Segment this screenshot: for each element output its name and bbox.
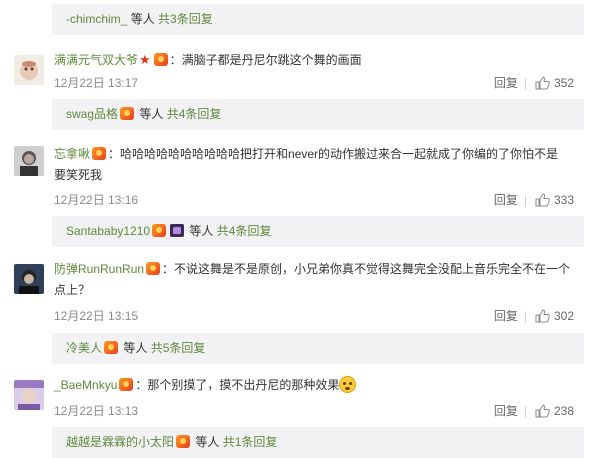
vip-star-icon: ★ [139,52,151,67]
fan-badge-icon [119,378,134,391]
reply-button[interactable]: 回复 [494,76,518,90]
like-button[interactable]: 302 [535,309,574,323]
comment-body: ：哈哈哈哈哈哈哈哈哈哈把打开和never的动作搬过来合一起就成了你编的了你怕不是 [108,147,559,161]
member-badge-icon [170,224,185,237]
comment-text: 忘拿啾 ：哈哈哈哈哈哈哈哈哈哈把打开和never的动作搬过来合一起就成了你编的了你… [54,144,574,186]
fan-badge-icon [120,107,135,120]
like-button[interactable]: 238 [535,404,574,418]
reply-username[interactable]: swag品格 [66,107,118,121]
fan-badge-icon [176,435,191,448]
fan-badge-icon [92,147,107,160]
reply-etc: 等人 [189,224,214,238]
reply-count-link[interactable]: 共3条回复 [158,12,213,26]
reply-summary: swag品格 等人 共4条回复 [52,99,584,130]
avatar[interactable] [14,55,44,85]
reply-count-link[interactable]: 共5条回复 [151,341,206,355]
reply-summary: 越越是霖霖的小太阳 等人 共1条回复 [52,427,584,458]
comment-body: ：那个别摸了，摸不出丹尼的那种效果 [135,378,340,392]
reply-username[interactable]: -chimchim_ [66,12,127,26]
comment-text: 满满元气双大爷★ ：满脑子都是丹尼尔跳这个舞的画面 [54,49,574,71]
comment-actions: 回复 | 238 [494,402,574,419]
surprised-emoji-icon [339,376,357,393]
comment-actions: 回复 | 302 [494,307,574,324]
fan-badge-icon [152,224,167,237]
divider: | [523,193,527,207]
thumbs-up-icon [535,309,550,323]
reply-etc: 等人 [123,341,148,355]
comment-username[interactable]: 忘拿啾 [54,147,90,161]
comment-time: 12月22日 13:16 [54,193,139,207]
comment-body: ：不说这舞是不是原创，小兄弟你真不觉得这舞完全没配上音乐完全不在一个 [162,262,571,276]
fan-badge-icon [104,341,119,354]
avatar[interactable] [14,380,44,410]
reply-button[interactable]: 回复 [494,309,518,323]
reply-count-link[interactable]: 共4条回复 [167,107,222,121]
reply-summary: Santababy1210 等人 共4条回复 [52,216,584,247]
like-button[interactable]: 352 [535,76,574,90]
reply-button[interactable]: 回复 [494,404,518,418]
comment-body-cont: 要笑死我 [54,168,103,182]
comment-body-cont: 点上？ [54,283,91,297]
comment-text: 防弹RunRunRun ：不说这舞是不是原创，小兄弟你真不觉得这舞完全没配上音乐完… [54,259,574,301]
divider: | [523,404,527,418]
thumbs-up-icon [535,193,550,207]
thumbs-up-icon [535,404,550,418]
comment-time: 12月22日 13:13 [54,404,139,418]
divider: | [523,76,527,90]
like-count: 333 [553,193,574,207]
comment-username[interactable]: 防弹RunRunRun [54,262,144,276]
reply-username[interactable]: 冷美人 [66,341,102,355]
reply-button[interactable]: 回复 [494,193,518,207]
comment-actions: 回复 | 333 [494,191,574,208]
reply-etc: 等人 [139,107,164,121]
reply-etc: 等人 [130,12,155,26]
comment-actions: 回复 | 352 [494,74,574,91]
like-count: 238 [553,404,574,418]
comment-time: 12月22日 13:15 [54,309,139,323]
like-count: 302 [553,309,574,323]
reply-summary: 冷美人 等人 共5条回复 [52,333,584,364]
divider: | [523,309,527,323]
like-count: 352 [553,76,574,90]
comment-time: 12月22日 13:17 [54,76,139,90]
avatar[interactable] [14,264,44,294]
reply-username[interactable]: Santababy1210 [66,224,150,238]
thumbs-up-icon [535,76,550,90]
reply-count-link[interactable]: 共1条回复 [223,435,278,449]
fan-badge-icon [153,53,168,66]
reply-etc: 等人 [195,435,220,449]
reply-username[interactable]: 越越是霖霖的小太阳 [66,435,174,449]
comment-username[interactable]: 满满元气双大爷 [54,53,138,67]
fan-badge-icon [146,262,161,275]
like-button[interactable]: 333 [535,193,574,207]
avatar[interactable] [14,146,44,176]
comment-body: ：满脑子都是丹尼尔跳这个舞的画面 [169,53,362,67]
reply-summary: -chimchim_ 等人 共3条回复 [52,4,584,35]
reply-count-link[interactable]: 共4条回复 [217,224,272,238]
comment-username[interactable]: _BaeMnkyu [54,378,117,392]
comment-text: _BaeMnkyu ：那个别摸了，摸不出丹尼的那种效果 [54,375,574,396]
